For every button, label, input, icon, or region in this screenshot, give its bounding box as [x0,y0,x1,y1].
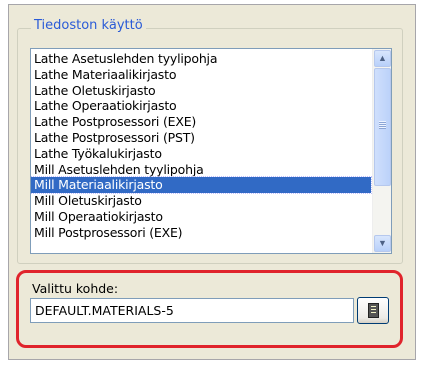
list-item[interactable]: Lathe Työkalukirjasto [31,146,371,162]
vertical-scrollbar[interactable]: ▲ ▼ [372,49,391,253]
list-item[interactable]: Lathe Materiaalikirjasto [31,67,371,83]
book-icon [368,303,379,318]
selected-item-label: Valittu kohde: [32,281,119,296]
list-item[interactable]: Mill Materiaalikirjasto [31,176,372,195]
list-item[interactable]: Mill Asetuslehden tyylipohja [31,162,371,178]
list-item[interactable]: Lathe Postprosessori (EXE) [31,114,371,130]
list-item[interactable]: Mill Operaatiokirjasto [31,209,371,225]
browse-button[interactable] [357,297,389,324]
scroll-thumb[interactable] [374,68,391,186]
grip-icon [379,121,386,129]
chevron-up-icon[interactable]: ▲ [374,50,391,67]
list-item[interactable]: Lathe Postprosessori (PST) [31,130,371,146]
file-type-listbox[interactable]: Lathe Asetuslehden tyylipohja Lathe Mater… [30,48,392,254]
list-item[interactable]: Lathe Oletuskirjasto [31,83,371,99]
list-item[interactable]: Lathe Operaatiokirjasto [31,98,371,114]
list-item[interactable]: Mill Oletuskirjasto [31,193,371,209]
group-title: Tiedoston käyttö [31,18,146,34]
selected-item-field[interactable]: DEFAULT.MATERIALS-5 [30,298,354,323]
chevron-down-icon[interactable]: ▼ [374,235,391,252]
list-item[interactable]: Mill Postprosessori (EXE) [31,225,371,241]
list-items: Lathe Asetuslehden tyylipohja Lathe Mater… [31,51,372,241]
list-item[interactable]: Lathe Asetuslehden tyylipohja [31,51,371,67]
